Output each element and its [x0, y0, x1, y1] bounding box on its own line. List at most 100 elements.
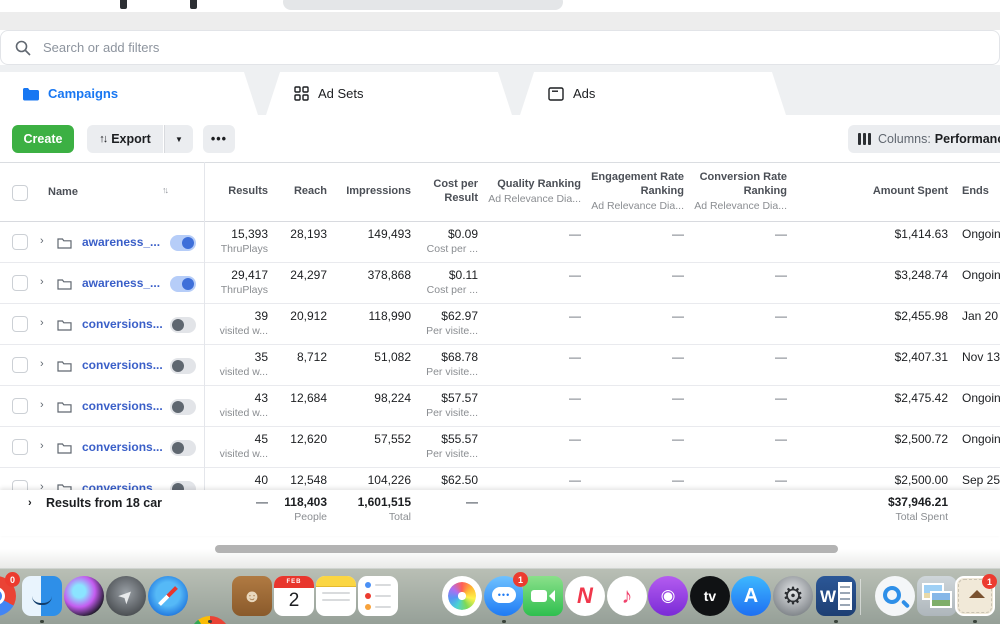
filter-bar[interactable]: Search or add filters	[0, 30, 1000, 65]
cell-results: 39visited w...	[178, 309, 268, 338]
summary-amount-spent: $37,946.21Total Spent	[838, 495, 948, 524]
safari-icon[interactable]	[148, 576, 188, 616]
music-icon[interactable]: ♪	[607, 576, 647, 616]
cell-quality: —	[481, 227, 581, 243]
header-engagement-ranking[interactable]: Engagement Rate RankingAd Relevance Dia.…	[586, 163, 684, 221]
header-cost-per-result[interactable]: Cost per Result	[418, 163, 478, 221]
header-results[interactable]: Results	[178, 163, 268, 221]
cell-conversion: —	[687, 268, 787, 284]
cell-ends: Ongoing	[962, 432, 1000, 448]
photos-icon[interactable]	[442, 576, 482, 616]
header-reach[interactable]: Reach	[272, 163, 327, 221]
column-divider	[204, 162, 205, 532]
cell-engagement: —	[586, 350, 684, 366]
campaign-name-link[interactable]: conversions...	[82, 317, 163, 331]
tab-campaigns[interactable]: Campaigns	[0, 72, 258, 115]
folder-icon	[57, 359, 72, 377]
expand-chevron-icon[interactable]: ›	[40, 235, 44, 247]
cell-cost: $0.11Cost per ...	[418, 268, 478, 297]
chrome-partial-icon[interactable]: 0	[0, 576, 16, 616]
news-icon[interactable]: N	[565, 576, 605, 616]
row-checkbox[interactable]	[12, 398, 28, 414]
cell-amount-spent: $2,500.72	[838, 432, 948, 448]
header-ends[interactable]: Ends	[962, 163, 1000, 221]
facetime-icon[interactable]	[523, 576, 563, 616]
campaign-name-link[interactable]: conversions...	[82, 358, 163, 372]
messages-icon[interactable]: ••• 1	[484, 576, 524, 616]
columns-prefix: Columns:	[878, 132, 931, 146]
cell-conversion: —	[687, 350, 787, 366]
row-checkbox[interactable]	[12, 275, 28, 291]
expand-chevron-icon[interactable]: ›	[40, 399, 44, 411]
cell-impressions: 118,990	[331, 309, 411, 325]
row-checkbox[interactable]	[12, 439, 28, 455]
notification-badge: 1	[982, 574, 997, 589]
campaigns-table: Name ↑↓ Results Reach Impressions Cost p…	[0, 162, 1000, 509]
cell-conversion: —	[687, 391, 787, 407]
header-quality-ranking[interactable]: Quality RankingAd Relevance Dia...	[481, 163, 581, 221]
preview-icon[interactable]	[875, 576, 915, 616]
tab-ad-sets[interactable]: Ad Sets	[266, 72, 512, 115]
reminders-icon[interactable]	[358, 576, 398, 616]
cell-ends: Ongoing	[962, 268, 1000, 284]
row-checkbox[interactable]	[12, 316, 28, 332]
word-icon[interactable]: W	[816, 576, 856, 616]
dock-divider	[860, 579, 861, 615]
mail-icon[interactable]: 1	[955, 576, 995, 616]
cell-impressions: 57,552	[331, 432, 411, 448]
partial-address-field[interactable]	[283, 0, 563, 10]
cell-results: 40	[178, 473, 268, 489]
expand-chevron-icon[interactable]: ›	[40, 317, 44, 329]
notes-icon[interactable]	[316, 576, 356, 616]
header-conversion-ranking[interactable]: Conversion Rate RankingAd Relevance Dia.…	[687, 163, 787, 221]
campaign-name-link[interactable]: awareness_...	[82, 235, 160, 249]
campaigns-folder-icon	[22, 87, 39, 101]
select-all-checkbox[interactable]	[12, 185, 28, 201]
notification-badge: 1	[513, 572, 528, 587]
create-button[interactable]: Create	[12, 125, 74, 153]
calendar-icon[interactable]: FEB 2	[274, 576, 314, 616]
campaign-name-link[interactable]: awareness_...	[82, 276, 160, 290]
ads-manager-window: Search or add filters Campaigns Ad Sets …	[0, 0, 1000, 624]
export-button[interactable]: ↑↓ Export	[87, 125, 163, 153]
app-store-icon[interactable]: A	[731, 576, 771, 616]
campaign-name-link[interactable]: conversions...	[82, 399, 163, 413]
cell-quality: —	[481, 350, 581, 366]
cell-quality: —	[481, 391, 581, 407]
cell-amount-spent: $2,455.98	[838, 309, 948, 325]
podcasts-icon[interactable]: ◉	[648, 576, 688, 616]
expand-chevron-icon[interactable]: ›	[40, 440, 44, 452]
finder-icon[interactable]	[22, 576, 62, 616]
tab-ads[interactable]: Ads	[520, 72, 786, 115]
pictures-icon[interactable]	[917, 576, 957, 616]
campaign-row: › awareness_... 15,393ThruPlays 28,193 1…	[0, 222, 1000, 263]
running-app-indicator	[973, 620, 977, 623]
system-preferences-icon[interactable]: ⚙	[773, 576, 813, 616]
row-checkbox[interactable]	[12, 357, 28, 373]
header-impressions[interactable]: Impressions	[331, 163, 411, 221]
cell-quality: —	[481, 473, 581, 489]
expand-chevron-icon[interactable]: ›	[40, 276, 44, 288]
header-name[interactable]: Name	[48, 163, 78, 221]
more-icon: •••	[211, 132, 227, 146]
running-app-indicator	[502, 620, 506, 623]
sort-icon[interactable]: ↑↓	[162, 185, 167, 195]
cell-results: 35visited w...	[178, 350, 268, 379]
summary-chevron-icon[interactable]: ›	[28, 497, 32, 509]
launchpad-rocket-icon[interactable]: ➤	[106, 576, 146, 616]
contacts-icon[interactable]: ☻	[232, 576, 272, 616]
row-checkbox[interactable]	[12, 234, 28, 250]
columns-button[interactable]: Columns: Performance	[848, 125, 1000, 153]
cell-quality: —	[481, 432, 581, 448]
horizontal-scrollbar[interactable]	[215, 545, 838, 553]
page-background-strip	[0, 12, 1000, 30]
folder-icon	[57, 441, 72, 459]
cell-engagement: —	[586, 473, 684, 489]
export-dropdown-button[interactable]: ▼	[164, 125, 193, 153]
campaign-name-link[interactable]: conversions...	[82, 440, 163, 454]
header-amount-spent[interactable]: Amount Spent	[838, 163, 948, 221]
apple-tv-icon[interactable]: tv	[690, 576, 730, 616]
expand-chevron-icon[interactable]: ›	[40, 358, 44, 370]
tab-campaigns-label: Campaigns	[48, 86, 118, 101]
more-options-button[interactable]: •••	[203, 125, 235, 153]
